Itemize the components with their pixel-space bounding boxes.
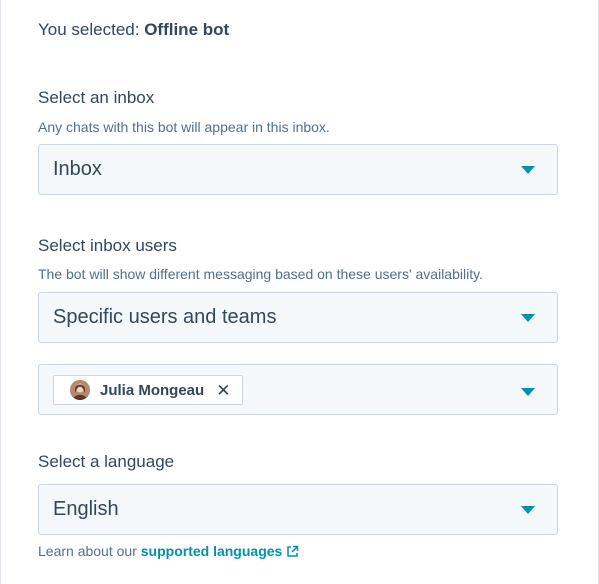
language-section-title: Select a language — [38, 452, 175, 471]
caret-down-icon — [521, 388, 535, 396]
user-chip: Julia Mongeau ✕ — [53, 375, 243, 405]
user-chip-name: Julia Mongeau — [100, 381, 205, 399]
language-dropdown-value: English — [53, 498, 119, 520]
bot-settings-panel: You selected: Offline bot Select an inbo… — [0, 0, 599, 584]
selected-bot-prefix: You selected: — [38, 20, 140, 39]
supported-languages-link[interactable]: supported languages — [141, 543, 300, 559]
external-link-icon — [286, 545, 299, 561]
inbox-users-section-help: The bot will show different messaging ba… — [38, 266, 483, 282]
inbox-dropdown-value: Inbox — [53, 158, 102, 180]
inbox-section-help: Any chats with this bot will appear in t… — [38, 119, 330, 135]
caret-down-icon — [521, 506, 535, 514]
caret-down-icon — [521, 166, 535, 174]
language-help-note: Learn about our supported languages — [38, 543, 299, 561]
close-icon[interactable]: ✕ — [216, 382, 230, 399]
selected-bot-line: You selected: Offline bot — [38, 20, 229, 40]
language-help-prefix: Learn about our — [38, 543, 137, 559]
inbox-users-dropdown[interactable]: Specific users and teams — [38, 292, 558, 343]
caret-down-icon — [521, 314, 535, 322]
users-multiselect[interactable]: Julia Mongeau ✕ — [38, 364, 558, 415]
inbox-users-dropdown-value: Specific users and teams — [53, 306, 277, 328]
inbox-section-title: Select an inbox — [38, 88, 155, 107]
language-dropdown[interactable]: English — [38, 484, 558, 535]
inbox-dropdown[interactable]: Inbox — [38, 144, 558, 195]
avatar — [70, 380, 90, 400]
selected-bot-name: Offline bot — [144, 20, 230, 39]
inbox-users-section-title: Select inbox users — [38, 236, 177, 255]
